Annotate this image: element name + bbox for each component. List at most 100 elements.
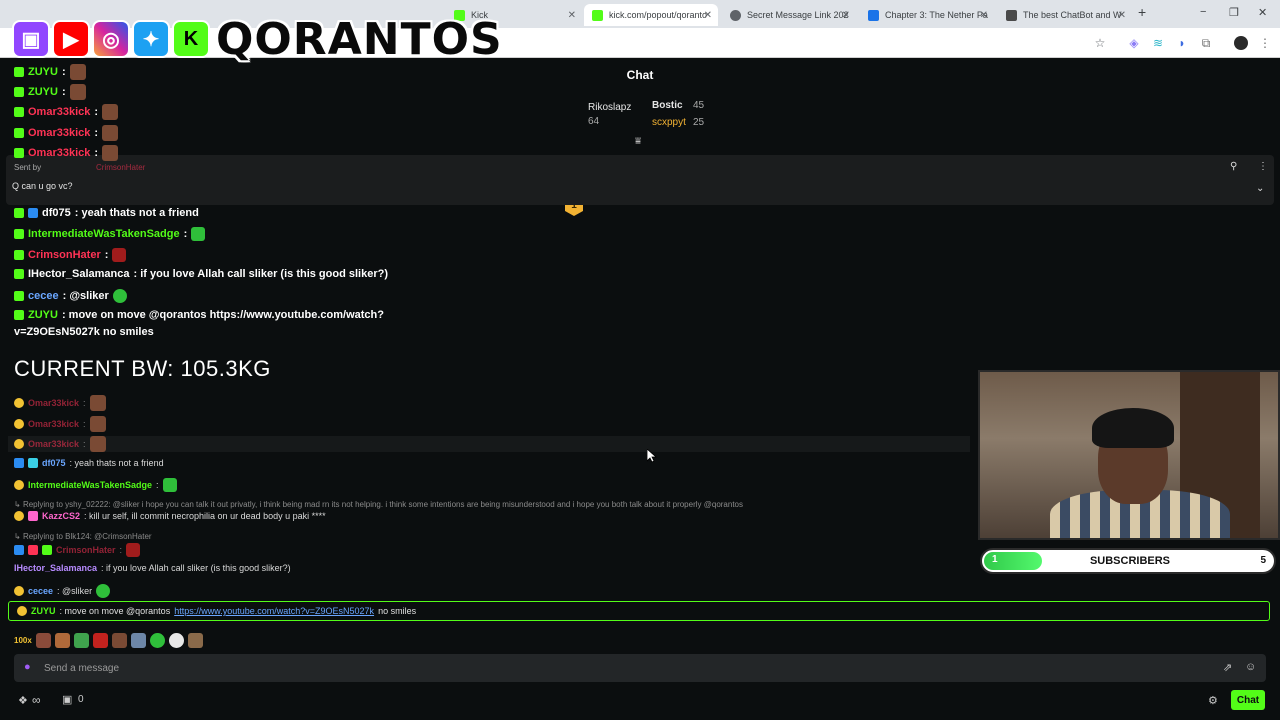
settings-gear-icon[interactable]: ⚙ <box>1208 694 1218 707</box>
seventv-icon[interactable]: ⇗ <box>1223 661 1232 674</box>
more-options-icon[interactable]: ⋮ <box>1258 161 1268 172</box>
chat-username: Omar33kick <box>28 106 91 118</box>
highlighted-chat-message[interactable]: ZUYU : move on move @qorantos https://ww… <box>8 601 1270 621</box>
tab-secret-message[interactable]: Secret Message Link 202 ✕ <box>722 4 856 26</box>
overlay-chat-message: ZUYU : <box>14 84 86 100</box>
chat-username: CrimsonHater <box>28 249 101 261</box>
gifter-name[interactable]: scxppyt <box>652 117 686 128</box>
top-gifters: 1 Rikoslapz 64 Bostic 45 scxppyt 25 ⩸ <box>0 92 1280 216</box>
chat-username[interactable]: df075 <box>42 458 66 468</box>
chat-message[interactable]: KazzCS2 : kill ur self, ill commit necro… <box>14 511 326 521</box>
chat-username[interactable]: Omar33kick <box>28 439 79 449</box>
overlay-chat-message: Omar33kick : <box>14 125 119 141</box>
restore-button[interactable]: ❐ <box>1229 6 1239 19</box>
close-tab-icon[interactable]: ✕ <box>1118 10 1126 21</box>
gift-badge-icon <box>42 545 52 555</box>
emote-quick-bar: 100x <box>14 631 203 649</box>
chat-input-box[interactable]: ● ⇗ ☺ <box>14 654 1266 682</box>
send-chat-button[interactable]: Chat <box>1231 690 1265 710</box>
chat-username[interactable]: KazzCS2 <box>42 511 80 521</box>
chat-username[interactable]: Omar33kick <box>28 419 79 429</box>
emote-icon[interactable] <box>35 632 51 648</box>
kick-badge-icon <box>14 128 24 138</box>
overlay-chat-message: Omar33kick : <box>14 104 119 120</box>
collapse-gifters-icon[interactable]: ⩸ <box>635 136 641 147</box>
chat-message[interactable]: IntermediateWasTakenSadge : <box>14 478 177 492</box>
extension-icon[interactable]: ≋ <box>1151 36 1165 50</box>
emote-icon[interactable] <box>187 632 203 648</box>
globe-icon <box>730 9 741 21</box>
gifter-name[interactable]: Rikoslapz <box>588 102 631 113</box>
chat-message[interactable]: cecee : @sliker <box>14 584 111 598</box>
chat-footer: ❖ ∞ ▣ 0 ⚙ <box>0 688 1280 714</box>
close-tab-icon[interactable]: ✕ <box>568 10 576 21</box>
mouse-cursor-icon <box>647 449 657 463</box>
kick-badge-icon <box>14 208 24 218</box>
chevron-down-icon[interactable]: ⌄ <box>1256 183 1264 194</box>
chat-username[interactable]: IntermediateWasTakenSadge <box>28 480 152 490</box>
chat-message[interactable]: df075 : yeah thats not a friend <box>14 458 164 468</box>
banana-badge-icon <box>14 439 24 449</box>
reply-context: ↳ Replying to Blk124: @CrimsonHater <box>14 532 152 541</box>
chat-message-input[interactable] <box>44 654 1194 682</box>
tab-chatbot[interactable]: The best ChatBot and W ✕ <box>998 4 1132 26</box>
minimize-button[interactable]: − <box>1200 6 1206 18</box>
overlay-chat-message: IntermediateWasTakenSadge : <box>14 227 206 241</box>
overlay-chat-message: v=Z9OEsN5027k no smiles <box>14 326 154 338</box>
close-tab-icon[interactable]: ✕ <box>704 10 712 21</box>
chat-username[interactable]: ZUYU <box>31 606 56 616</box>
chat-text: : <box>156 480 159 490</box>
emote-picker-icon[interactable]: ☺ <box>1245 661 1256 673</box>
emote-icon[interactable] <box>54 632 70 648</box>
youtube-link[interactable]: https://www.youtube.com/watch?v=Z9OEsN50… <box>174 606 374 616</box>
chat-username[interactable]: IHector_Salamanca <box>14 563 97 573</box>
heart-badge-icon <box>28 545 38 555</box>
browser-menu-icon[interactable]: ⋮ <box>1258 36 1272 50</box>
webcam-feed <box>978 370 1280 540</box>
chat-username[interactable]: CrimsonHater <box>56 545 116 555</box>
chat-username[interactable]: cecee <box>28 586 53 596</box>
emote-icon[interactable] <box>111 632 127 648</box>
chat-text: : if you love Allah call sliker (is this… <box>133 268 389 280</box>
extensions-puzzle-icon[interactable]: ⧉ <box>1199 36 1213 50</box>
chat-message[interactable]: Omar33kick : <box>14 416 106 432</box>
subscriber-label: SUBSCRIBERS <box>1089 555 1171 567</box>
gift-icon[interactable]: ▣ <box>62 693 72 706</box>
gift-badge-icon <box>28 511 38 521</box>
emote-icon[interactable] <box>168 632 184 648</box>
chat-text: : <box>104 249 109 261</box>
kick-points-icon[interactable]: ❖ <box>18 694 28 707</box>
chat-message[interactable]: Omar33kick : <box>8 436 970 452</box>
banana-badge-icon <box>14 398 24 408</box>
gifter-name[interactable]: Bostic <box>652 100 683 111</box>
reply-arrow-icon: ↳ <box>14 532 23 541</box>
bookmark-star-icon[interactable]: ☆ <box>1093 36 1107 50</box>
extension-icon[interactable]: ◈ <box>1127 36 1141 50</box>
tab-kick-popout[interactable]: kick.com/popout/qoranto ✕ <box>584 4 718 26</box>
emote-icon[interactable] <box>149 632 165 648</box>
chat-text: : <box>119 545 123 555</box>
kick-favicon-icon <box>592 9 603 21</box>
new-tab-button[interactable]: + <box>1138 4 1146 20</box>
tab-chapter-3[interactable]: Chapter 3: The Nether Pa ✕ <box>860 4 994 26</box>
chat-text: : <box>94 147 99 159</box>
close-tab-icon[interactable]: ✕ <box>842 10 850 21</box>
emote-icon[interactable] <box>73 632 89 648</box>
microphone-icon[interactable]: ● <box>24 661 31 673</box>
kick-badge-icon <box>14 310 24 320</box>
chat-message[interactable]: CrimsonHater : <box>14 543 141 557</box>
profile-avatar-icon[interactable] <box>1234 36 1248 50</box>
extension-icon[interactable]: ◗ <box>1175 36 1189 50</box>
close-window-button[interactable]: ✕ <box>1258 6 1267 19</box>
instagram-icon: ◎ <box>92 20 130 58</box>
pin-icon[interactable]: ⚲ <box>1230 161 1237 172</box>
emote-icon[interactable] <box>92 632 108 648</box>
emote-icon[interactable] <box>130 632 146 648</box>
chat-message[interactable]: Omar33kick : <box>14 395 106 411</box>
chat-message[interactable]: IHector_Salamanca : if you love Allah ca… <box>14 563 291 573</box>
close-tab-icon[interactable]: ✕ <box>980 10 988 21</box>
chat-username[interactable]: Omar33kick <box>28 398 79 408</box>
emote-icon <box>112 289 127 303</box>
kick-icon: K <box>172 20 210 58</box>
emote-icon <box>102 145 119 161</box>
